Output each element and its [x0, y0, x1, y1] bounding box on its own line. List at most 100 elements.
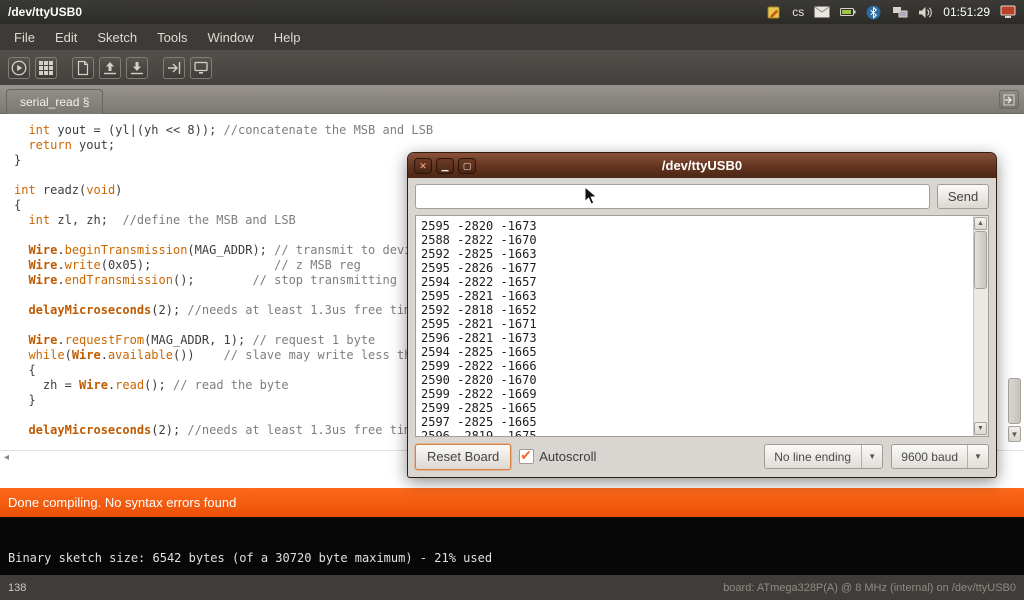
code-line: } [14, 393, 433, 408]
open-sketch-button[interactable] [99, 57, 121, 79]
serial-monitor-window: /dev/ttyUSB0 ✕ ▁ ▢ Send 2595 -2820 -1673… [407, 152, 997, 478]
code-line: } [14, 153, 433, 168]
code-line: int readz(void) [14, 183, 433, 198]
baud-rate-value: 9600 baud [892, 445, 967, 468]
menu-help[interactable]: Help [264, 26, 311, 49]
baud-rate-select[interactable]: 9600 baud ▼ [891, 444, 989, 469]
upload-button[interactable] [163, 57, 185, 79]
serial-output-area[interactable]: 2595 -2820 -16732588 -2822 -16702592 -28… [415, 215, 989, 437]
window-title: /dev/ttyUSB0 [0, 5, 82, 19]
screen: /dev/ttyUSB0 cs 01:51:29 [0, 0, 1024, 600]
serial-scrollbar-thumb[interactable] [974, 231, 987, 289]
code-line [14, 318, 433, 333]
session-menu-icon[interactable] [999, 4, 1016, 21]
close-button[interactable]: ✕ [414, 158, 432, 174]
code-line: Wire.requestFrom(MAG_ADDR, 1); // reques… [14, 333, 433, 348]
send-button[interactable]: Send [937, 184, 989, 209]
serial-line: 2595 -2826 -1677 [421, 261, 537, 275]
menu-sketch[interactable]: Sketch [87, 26, 147, 49]
console: Binary sketch size: 6542 bytes (of a 307… [0, 517, 1024, 575]
editor-scrollbar-thumb[interactable] [1008, 378, 1021, 424]
code-line: return yout; [14, 138, 433, 153]
code-line: int yout = (yl|(yh << 8)); //concatenate… [14, 123, 433, 138]
new-sketch-button[interactable] [72, 57, 94, 79]
window-buttons: ✕ ▁ ▢ [408, 158, 476, 174]
line-ending-select[interactable]: No line ending ▼ [764, 444, 883, 469]
code-line [14, 408, 433, 423]
volume-icon[interactable] [917, 4, 934, 21]
serial-line: 2599 -2822 -1666 [421, 359, 537, 373]
battery-icon[interactable] [839, 4, 856, 21]
chevron-down-icon[interactable]: ▼ [861, 445, 882, 468]
menu-tools[interactable]: Tools [147, 26, 197, 49]
line-number: 138 [0, 582, 26, 594]
serial-monitor-body: Send 2595 -2820 -16732588 -2822 -1670259… [408, 178, 996, 477]
chevron-down-icon[interactable]: ▼ [967, 445, 988, 468]
code-line: { [14, 198, 433, 213]
serial-scrollbar[interactable]: ▲ ▼ [973, 216, 988, 436]
tabbar: serial_read § [0, 85, 1024, 114]
menu-edit[interactable]: Edit [45, 26, 87, 49]
verify-button[interactable] [8, 57, 30, 79]
serial-line: 2592 -2825 -1663 [421, 247, 537, 261]
code-line: Wire.beginTransmission(MAG_ADDR); // tra… [14, 243, 433, 258]
serial-line: 2594 -2825 -1665 [421, 345, 537, 359]
autoscroll-checkbox[interactable] [519, 449, 534, 464]
autoscroll-label: Autoscroll [539, 449, 596, 464]
serial-line: 2590 -2820 -1670 [421, 373, 537, 387]
serial-line: 2595 -2821 -1663 [421, 289, 537, 303]
code-line: zh = Wire.read(); // read the byte [14, 378, 433, 393]
send-row: Send [415, 184, 989, 209]
editor-scroll-down-arrow[interactable]: ▼ [1008, 426, 1021, 442]
mail-icon[interactable] [813, 4, 830, 21]
top-panel: /dev/ttyUSB0 cs 01:51:29 [0, 0, 1024, 24]
menu-file[interactable]: File [4, 26, 45, 49]
bluetooth-icon[interactable] [865, 4, 882, 21]
code-line [14, 168, 433, 183]
serial-line: 2588 -2822 -1670 [421, 233, 537, 247]
minimize-button[interactable]: ▁ [436, 158, 454, 174]
scroll-left-icon[interactable]: ◂ [4, 452, 9, 463]
line-ending-value: No line ending [765, 445, 861, 468]
code-line: delayMicroseconds(2); //needs at least 1… [14, 423, 433, 438]
serial-output: 2595 -2820 -16732588 -2822 -16702592 -28… [421, 219, 537, 437]
network-icon[interactable] [891, 4, 908, 21]
serial-line: 2596 -2819 -1675 [421, 429, 537, 437]
indicator-area: cs 01:51:29 [766, 4, 1024, 21]
autoscroll-option[interactable]: Autoscroll [519, 449, 596, 464]
scroll-up-icon[interactable]: ▲ [974, 217, 987, 230]
code-line: while(Wire.available()) // slave may wri… [14, 348, 433, 363]
serial-monitor-button[interactable] [190, 57, 212, 79]
footer-statusbar: 138 board: ATmega328P(A) @ 8 MHz (intern… [0, 575, 1024, 600]
serial-line: 2599 -2825 -1665 [421, 401, 537, 415]
console-text: Binary sketch size: 6542 bytes (of a 307… [8, 551, 492, 565]
serial-line: 2595 -2821 -1671 [421, 317, 537, 331]
menu-window[interactable]: Window [197, 26, 263, 49]
pencil-indicator-icon[interactable] [766, 4, 783, 21]
reset-board-button[interactable]: Reset Board [415, 444, 511, 470]
serial-input[interactable] [415, 184, 930, 209]
tab-menu-button[interactable] [999, 90, 1019, 109]
code-line [14, 228, 433, 243]
code-area[interactable]: int yout = (yl|(yh << 8)); //concatenate… [14, 123, 433, 438]
tab-serial-read[interactable]: serial_read § [6, 89, 103, 114]
serial-monitor-title: /dev/ttyUSB0 [408, 158, 996, 173]
maximize-button[interactable]: ▢ [458, 158, 476, 174]
clock[interactable]: 01:51:29 [943, 5, 990, 19]
serial-line: 2595 -2820 -1673 [421, 219, 537, 233]
serial-line: 2592 -2818 -1652 [421, 303, 537, 317]
serial-monitor-titlebar[interactable]: /dev/ttyUSB0 ✕ ▁ ▢ [408, 153, 996, 178]
editor-vertical-scrollbar[interactable]: ▼ [1007, 114, 1021, 444]
menubar: FileEditSketchToolsWindowHelp [0, 24, 1024, 50]
keyboard-layout-indicator[interactable]: cs [792, 5, 804, 19]
board-info: board: ATmega328P(A) @ 8 MHz (internal) … [723, 582, 1024, 594]
stop-button[interactable] [35, 57, 57, 79]
code-line: { [14, 363, 433, 378]
code-line [14, 288, 433, 303]
serial-line: 2597 -2825 -1665 [421, 415, 537, 429]
code-line: int zl, zh; //define the MSB and LSB [14, 213, 433, 228]
save-sketch-button[interactable] [126, 57, 148, 79]
code-line: delayMicroseconds(2); //needs at least 1… [14, 303, 433, 318]
scroll-down-icon[interactable]: ▼ [974, 422, 987, 435]
code-line: Wire.write(0x05); // z MSB reg [14, 258, 433, 273]
